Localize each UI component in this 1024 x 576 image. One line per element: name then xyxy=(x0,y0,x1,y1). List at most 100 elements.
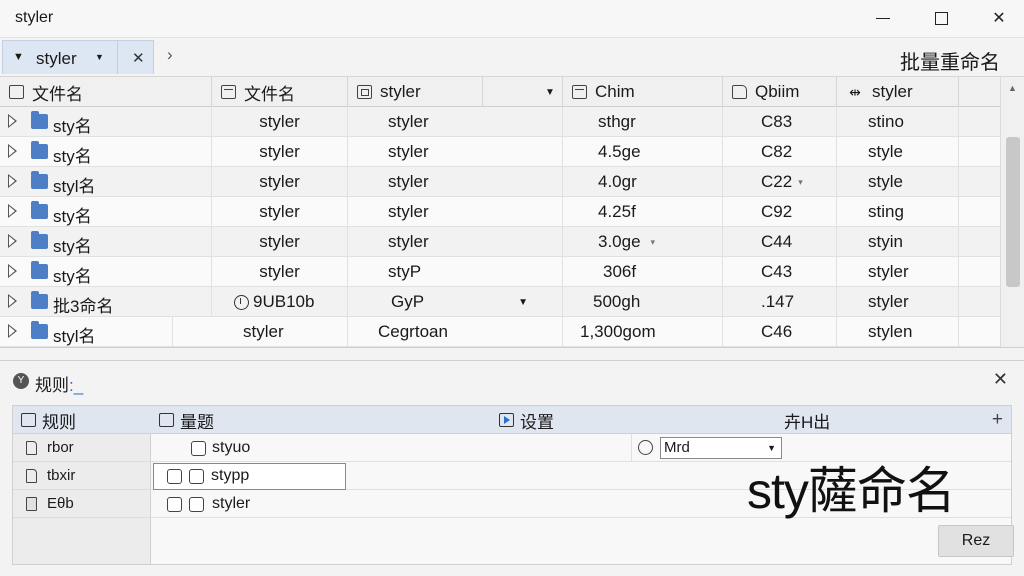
calendar-icon xyxy=(221,85,236,99)
table-row[interactable]: sty名 styler styler sthgr C83 stino xyxy=(0,107,1000,137)
settings-cell: Mrd ▼ xyxy=(631,434,782,462)
rules-header-pattern[interactable]: 量题 xyxy=(159,406,214,434)
file-icon xyxy=(9,85,24,99)
table-icon xyxy=(21,413,36,427)
rule-checkbox[interactable] xyxy=(191,441,206,456)
cell-c5: C43 xyxy=(723,257,837,287)
column-header-styler-2[interactable]: ⇹ styler xyxy=(837,77,959,107)
title-bar: styler ✕ xyxy=(0,0,1024,38)
cell-c6: stylen xyxy=(837,317,959,347)
batch-rename-title: 批量重命名 xyxy=(900,52,1000,74)
rule-label: rbor xyxy=(47,439,74,456)
rule-item[interactable]: tbxir xyxy=(13,462,151,490)
filter-icon: Y xyxy=(13,373,29,389)
cell-c4: 500gh xyxy=(563,287,723,317)
cell-c5: C46 xyxy=(723,317,837,347)
scroll-up-icon[interactable]: ▲ xyxy=(1008,83,1017,93)
table-row[interactable]: 批3命名 9UB10b GyP ▼ 500gh .147 styler xyxy=(0,287,1000,317)
mode-select[interactable]: Mrd ▼ xyxy=(660,437,782,459)
column-header-filename[interactable]: 文件名 xyxy=(0,77,212,107)
sort-dropdown-icon[interactable]: ▼ xyxy=(545,87,555,98)
dropdown-caret-icon[interactable]: ▾ xyxy=(651,237,656,248)
cell-c2: styler xyxy=(212,137,348,167)
document-icon xyxy=(26,440,37,455)
clock-icon xyxy=(234,294,249,310)
cell-divider xyxy=(0,167,212,197)
file-grid: 文件名 文件名 styler ▼ Chim Qbiim ⇹ styler sty… xyxy=(0,76,1024,348)
rules-table-header: 规则 量题 设置 卉H出 + xyxy=(13,406,1011,434)
cell-c3: styler xyxy=(348,227,563,257)
cell-c4: 4.5ge xyxy=(563,137,723,167)
rule-item[interactable]: Eθb xyxy=(13,490,151,518)
cell-divider xyxy=(0,227,212,257)
column-header-filename-2[interactable]: 文件名 xyxy=(212,77,348,107)
rule-row-text: stypp xyxy=(211,467,250,484)
cell-c6: styler xyxy=(837,257,959,287)
table-row[interactable]: sty名 styler styler 3.0ge ▾ C44 styin xyxy=(0,227,1000,257)
maximize-button[interactable] xyxy=(918,4,964,32)
rule-checkbox[interactable] xyxy=(167,497,182,512)
tab-close-icon[interactable]: ✕ xyxy=(132,49,145,67)
rules-title-text: 规则 xyxy=(35,376,69,395)
rule-label: Eθb xyxy=(47,495,74,512)
table-row[interactable]: sty名 styler styler 4.25f C92 sting xyxy=(0,197,1000,227)
cell-c3: styler xyxy=(348,197,563,227)
table-row[interactable]: sty名 styler styler 4.5ge C82 style xyxy=(0,137,1000,167)
maximize-icon xyxy=(934,11,948,25)
grid-header: 文件名 文件名 styler ▼ Chim Qbiim ⇹ styler xyxy=(0,77,1000,107)
cell-c6: stino xyxy=(837,107,959,137)
column-label: styler xyxy=(380,82,421,101)
image-icon xyxy=(357,85,372,99)
cell-divider xyxy=(0,107,212,137)
cell-c3: GyP ▼ xyxy=(348,287,563,317)
table-row[interactable]: sty名 styler styP 306f C43 styler xyxy=(0,257,1000,287)
rez-button[interactable]: Rez xyxy=(938,525,1014,557)
dropdown-caret-icon[interactable]: ▼ xyxy=(95,52,104,62)
cell-c2: styler xyxy=(173,317,348,347)
scrollbar-thumb[interactable] xyxy=(1006,137,1020,287)
column-header-qbiim[interactable]: Qbiim xyxy=(723,77,837,107)
table-row[interactable]: styl名 styler Cegrtoan 1,300gom C46 style… xyxy=(0,317,1000,347)
expand-arrow-icon: ▼ xyxy=(13,51,24,63)
column-header-styler[interactable]: styler xyxy=(348,77,483,107)
table-row[interactable]: styl名 styler styler 4.0gr C22 ▾ style xyxy=(0,167,1000,197)
rules-header-rule[interactable]: 规则 xyxy=(21,406,76,434)
cell-value: C22 xyxy=(761,172,793,191)
cell-c4: 3.0ge ▾ xyxy=(563,227,723,257)
list-icon xyxy=(159,413,174,427)
cell-divider xyxy=(0,317,173,347)
cell-c2: styler xyxy=(212,197,348,227)
tab-label: styler xyxy=(36,49,77,68)
close-icon[interactable]: ✕ xyxy=(993,369,1008,390)
resize-arrows-icon: ⇹ xyxy=(849,84,861,100)
rules-header-output[interactable]: 卉H出 xyxy=(784,406,830,434)
rule-checkbox[interactable] xyxy=(167,469,182,484)
cell-c4: 1,300gom xyxy=(563,317,723,347)
column-label: 文件名 xyxy=(244,84,295,104)
tab-styler[interactable]: ▼ styler ▼ ✕ xyxy=(2,40,154,74)
rule-checkbox[interactable] xyxy=(189,469,204,484)
cursor-caret: :_ xyxy=(69,376,84,395)
rules-header-settings[interactable]: 设置 xyxy=(499,406,554,434)
column-header-chim[interactable]: Chim xyxy=(563,77,723,107)
chevron-down-icon: ▼ xyxy=(767,443,776,453)
rule-checkbox[interactable] xyxy=(189,497,204,512)
calendar-icon xyxy=(572,85,587,99)
cell-divider xyxy=(0,257,212,287)
dropdown-caret-icon[interactable]: ▼ xyxy=(518,297,528,308)
column-label: Qbiim xyxy=(755,82,800,101)
close-window-button[interactable]: ✕ xyxy=(976,4,1022,32)
document-icon xyxy=(26,468,37,483)
play-icon xyxy=(499,413,514,427)
cell-c3: styler xyxy=(348,107,563,137)
rule-label: tbxir xyxy=(47,467,76,484)
vertical-scrollbar[interactable]: ▲ xyxy=(1000,77,1024,347)
rule-row[interactable]: styuo Mrd ▼ xyxy=(151,434,1011,462)
rule-item[interactable]: rbor xyxy=(13,434,151,462)
tab-bar: ▼ styler ▼ ✕ › 批量重命名 xyxy=(0,38,1024,76)
window-title: styler xyxy=(15,9,54,26)
checkbox-icon xyxy=(26,496,37,511)
chevron-right-icon[interactable]: › xyxy=(167,45,173,65)
minimize-button[interactable] xyxy=(860,4,906,32)
add-rule-icon[interactable]: + xyxy=(992,409,1003,431)
